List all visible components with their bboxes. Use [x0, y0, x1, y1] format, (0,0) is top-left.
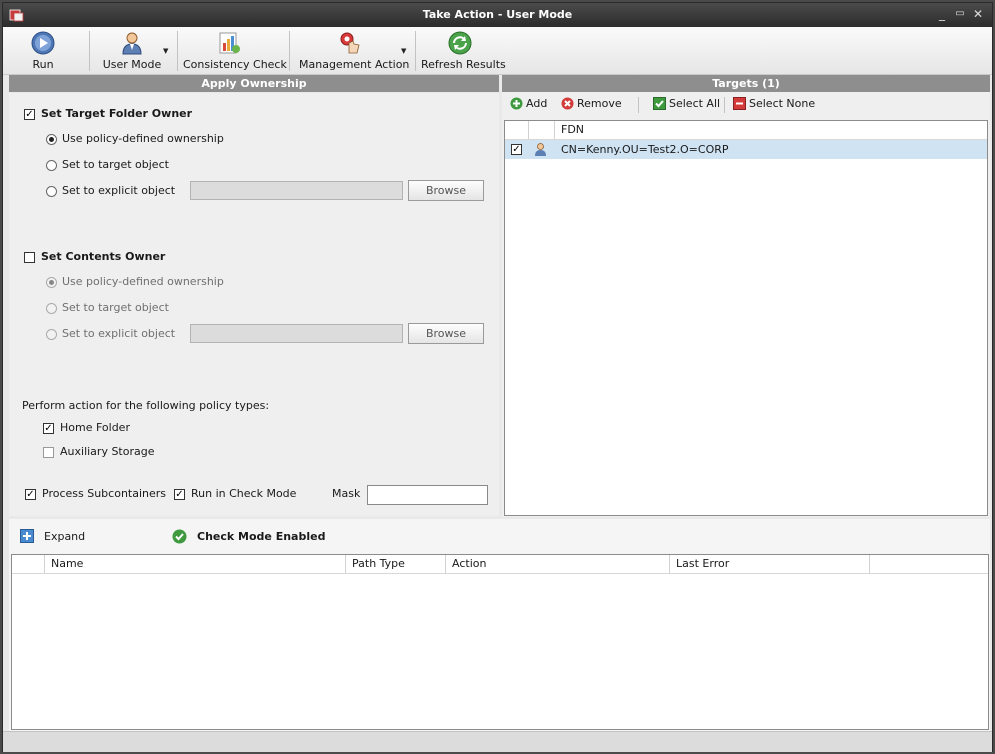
user-icon	[122, 32, 142, 55]
contents-set-target-object-radio[interactable]	[46, 303, 57, 314]
select-all-label: Select All	[669, 97, 721, 110]
add-icon	[510, 97, 523, 110]
path-type-column-header[interactable]: Path Type	[346, 555, 446, 573]
restore-icon[interactable]: ▭	[953, 7, 967, 21]
remove-icon	[561, 97, 574, 110]
last-error-column-header[interactable]: Last Error	[670, 555, 870, 573]
target-row[interactable]: ✓ CN=Kenny.OU=Test2.O=CORP	[505, 140, 987, 159]
contents-set-target-object-label: Set to target object	[62, 301, 169, 314]
select-all-button[interactable]: Select All	[653, 95, 720, 113]
chart-check-icon	[219, 32, 240, 54]
refresh-results-button[interactable]: Refresh Results	[421, 29, 506, 73]
toolbar: Run User Mode ▼ Consistency Check Manage…	[3, 27, 992, 75]
target-set-explicit-object-label: Set to explicit object	[62, 184, 176, 197]
set-contents-owner-label: Set Contents Owner	[41, 250, 166, 263]
set-target-folder-owner-checkbox[interactable]: ✓	[24, 109, 35, 120]
toolbar-separator	[415, 31, 416, 71]
consistency-check-button[interactable]: Consistency Check	[183, 29, 287, 73]
targets-toolbar-separator	[638, 97, 639, 113]
contents-browse-button[interactable]: Browse	[408, 323, 484, 344]
target-set-explicit-object-radio[interactable]	[46, 186, 57, 197]
process-subcontainers-checkbox[interactable]: ✓	[25, 489, 36, 500]
minimize-icon[interactable]: _	[935, 7, 949, 21]
results-select-column-header[interactable]	[12, 555, 45, 573]
target-use-policy-label: Use policy-defined ownership	[62, 132, 224, 145]
target-browse-button[interactable]: Browse	[408, 180, 484, 201]
remove-label: Remove	[577, 97, 622, 110]
management-action-dropdown-icon[interactable]: ▼	[401, 47, 406, 55]
results-panel: Expand Check Mode Enabled Name Path Type…	[9, 519, 990, 731]
results-grid-header: Name Path Type Action Last Error	[12, 555, 988, 574]
toolbar-separator	[177, 31, 178, 71]
targets-grid-header: FDN	[505, 121, 987, 140]
targets-grid: FDN ✓ CN=Kenny.OU=Test2.O=CORP	[504, 120, 988, 516]
home-folder-label: Home Folder	[60, 421, 130, 434]
process-subcontainers-label: Process Subcontainers	[42, 487, 167, 500]
select-none-label: Select None	[749, 97, 816, 110]
contents-use-policy-label: Use policy-defined ownership	[62, 275, 224, 288]
auxiliary-storage-label: Auxiliary Storage	[60, 445, 155, 458]
refresh-icon	[448, 31, 472, 55]
set-target-folder-owner-label: Set Target Folder Owner	[41, 107, 193, 120]
contents-set-explicit-object-label: Set to explicit object	[62, 327, 176, 340]
consistency-check-label: Consistency Check	[183, 58, 287, 71]
user-mode-button[interactable]: User Mode	[101, 29, 163, 73]
play-icon	[31, 31, 55, 55]
target-set-target-object-label: Set to target object	[62, 158, 169, 171]
targets-panel: Targets (1) Add Remove Select All Select…	[502, 75, 990, 517]
run-in-check-mode-label: Run in Check Mode	[191, 487, 297, 500]
refresh-results-label: Refresh Results	[421, 58, 506, 71]
remove-target-button[interactable]: Remove	[561, 95, 622, 113]
results-grid: Name Path Type Action Last Error	[11, 554, 989, 730]
toolbar-separator	[289, 31, 290, 71]
fdn-column-header[interactable]: FDN	[555, 121, 987, 139]
select-none-icon	[733, 97, 746, 110]
icon-column-header[interactable]	[529, 121, 555, 139]
targets-toolbar-separator	[724, 97, 725, 113]
target-use-policy-radio[interactable]	[46, 134, 57, 145]
select-none-button[interactable]: Select None	[733, 95, 815, 113]
set-contents-owner-checkbox[interactable]	[24, 252, 35, 263]
contents-explicit-object-field[interactable]	[190, 324, 403, 343]
auxiliary-storage-checkbox[interactable]	[43, 447, 54, 458]
window-title: Take Action - User Mode	[422, 8, 573, 21]
target-row-checkbox[interactable]: ✓	[511, 144, 522, 155]
title-bar: Take Action - User Mode _ ▭ ✕	[3, 3, 992, 27]
management-action-label: Management Action	[299, 58, 410, 71]
target-explicit-object-field[interactable]	[190, 181, 403, 200]
apply-ownership-panel: ✓ Set Target Folder Owner Use policy-def…	[9, 93, 499, 516]
contents-use-policy-radio[interactable]	[46, 277, 57, 288]
run-button[interactable]: Run	[17, 29, 69, 73]
user-mode-dropdown-icon[interactable]: ▼	[163, 47, 168, 55]
action-column-header[interactable]: Action	[446, 555, 670, 573]
hand-pointer-icon	[340, 32, 360, 54]
add-label: Add	[526, 97, 548, 110]
home-folder-checkbox[interactable]: ✓	[43, 423, 54, 434]
user-icon	[535, 143, 546, 156]
mask-input[interactable]	[367, 485, 488, 505]
user-mode-label: User Mode	[102, 58, 162, 71]
apply-ownership-header: Apply Ownership	[9, 75, 499, 92]
check-circle-icon	[172, 529, 187, 544]
take-action-window: Take Action - User Mode _ ▭ ✕ Run User M…	[2, 2, 993, 752]
run-label: Run	[32, 58, 54, 71]
check-column-header[interactable]	[505, 121, 529, 139]
run-in-check-mode-checkbox[interactable]: ✓	[174, 489, 185, 500]
target-fdn: CN=Kenny.OU=Test2.O=CORP	[561, 143, 729, 156]
select-all-icon	[653, 97, 666, 110]
expand-icon[interactable]	[20, 529, 34, 543]
check-mode-status: Check Mode Enabled	[197, 530, 326, 543]
target-set-target-object-radio[interactable]	[46, 160, 57, 171]
add-target-button[interactable]: Add	[510, 95, 547, 113]
expand-label[interactable]: Expand	[44, 530, 85, 543]
targets-header: Targets (1)	[502, 75, 990, 92]
policy-types-label: Perform action for the following policy …	[22, 399, 270, 412]
status-bar	[3, 731, 992, 752]
mask-label: Mask	[332, 487, 361, 500]
close-icon[interactable]: ✕	[971, 7, 985, 21]
name-column-header[interactable]: Name	[45, 555, 346, 573]
contents-set-explicit-object-radio[interactable]	[46, 329, 57, 340]
toolbar-separator	[89, 31, 90, 71]
management-action-button[interactable]: Management Action	[299, 29, 410, 73]
